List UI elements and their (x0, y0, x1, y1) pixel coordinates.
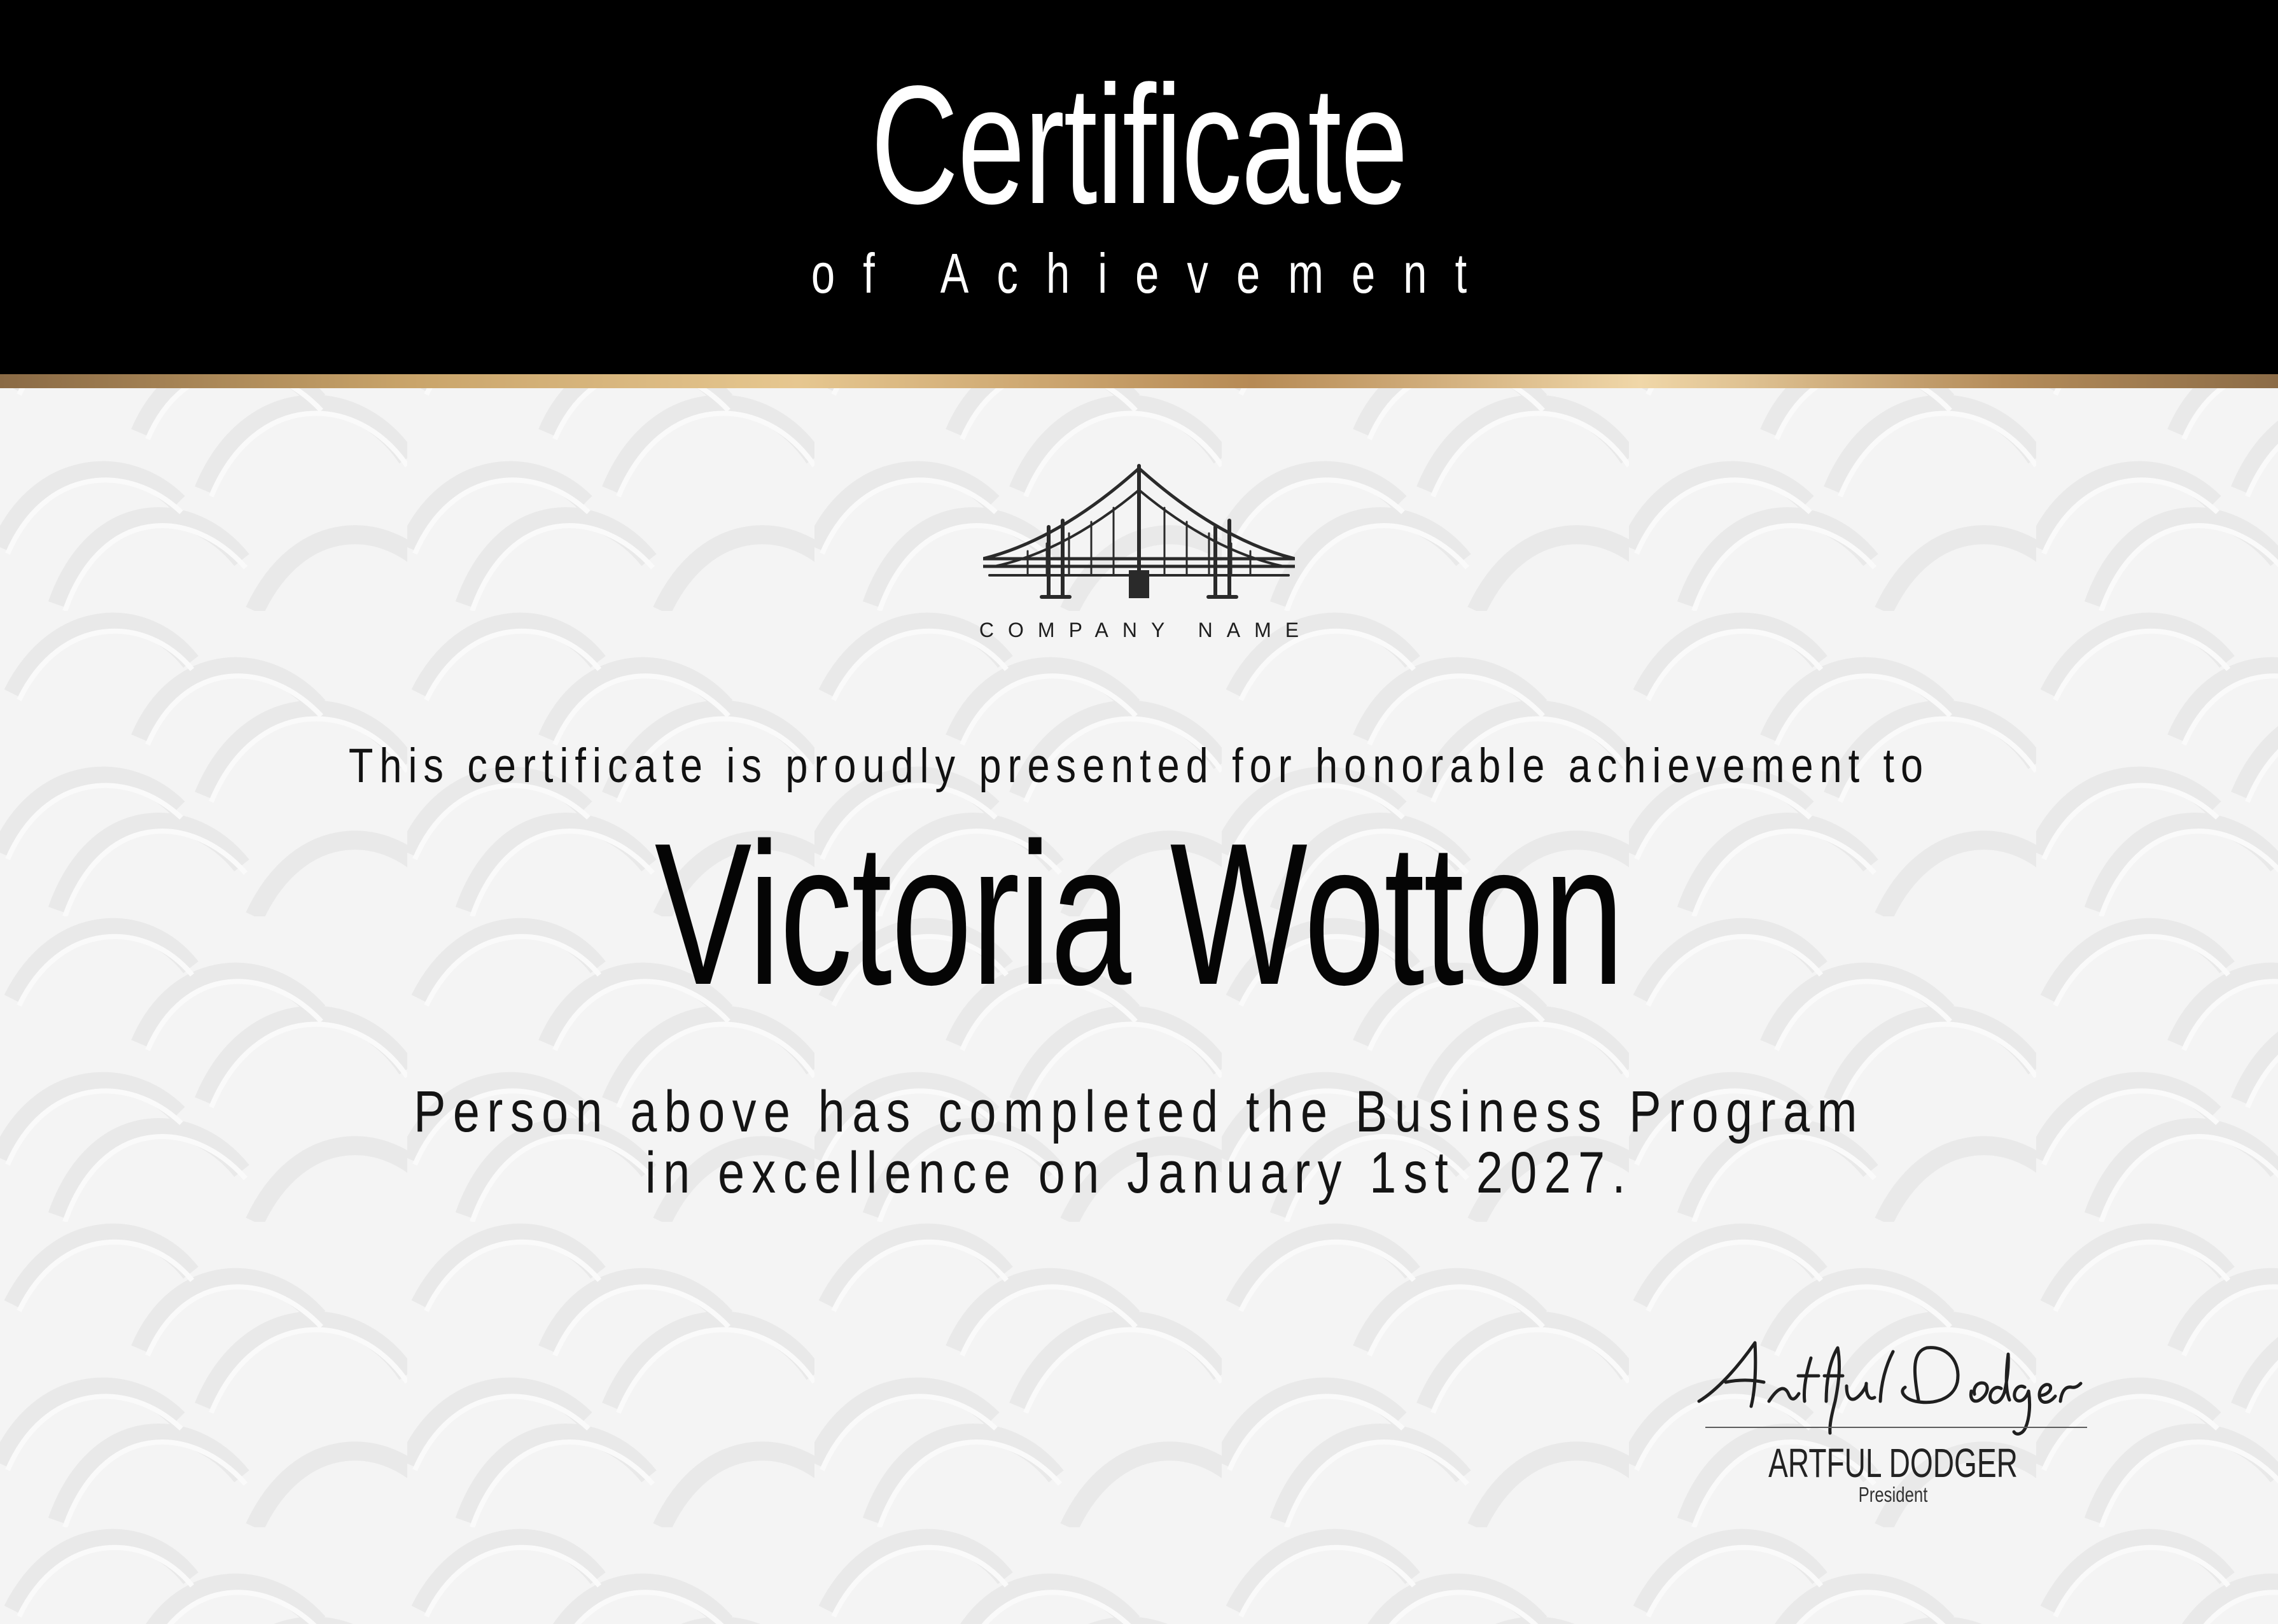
gold-divider (0, 374, 2278, 388)
certificate-title: Certificate (870, 51, 1408, 239)
description-line-2: in excellence on January 1st 2027. (645, 1140, 1633, 1205)
signature-block: ARTFUL DODGER President (1686, 1330, 2100, 1515)
presentation-text: This certificate is proudly presented fo… (348, 739, 1930, 793)
recipient-name: Victoria Wotton (654, 801, 1625, 1027)
signatory-title: President (1858, 1483, 1928, 1506)
signature-line (1705, 1427, 2087, 1428)
description-line-1: Person above has completed the Business … (414, 1079, 1864, 1144)
achievement-description: Person above has completed the Business … (205, 1079, 2073, 1205)
certificate-subtitle: of Achievement (811, 242, 1495, 305)
handwritten-signature-icon (1697, 1341, 2083, 1436)
company-name: COMPANY NAME (979, 619, 1313, 641)
bridge-logo-icon (983, 464, 1295, 599)
signatory-name: ARTFUL DODGER (1768, 1440, 2018, 1486)
certificate-page: Certificate of Achievement COMPANY NAME … (0, 0, 2278, 1624)
